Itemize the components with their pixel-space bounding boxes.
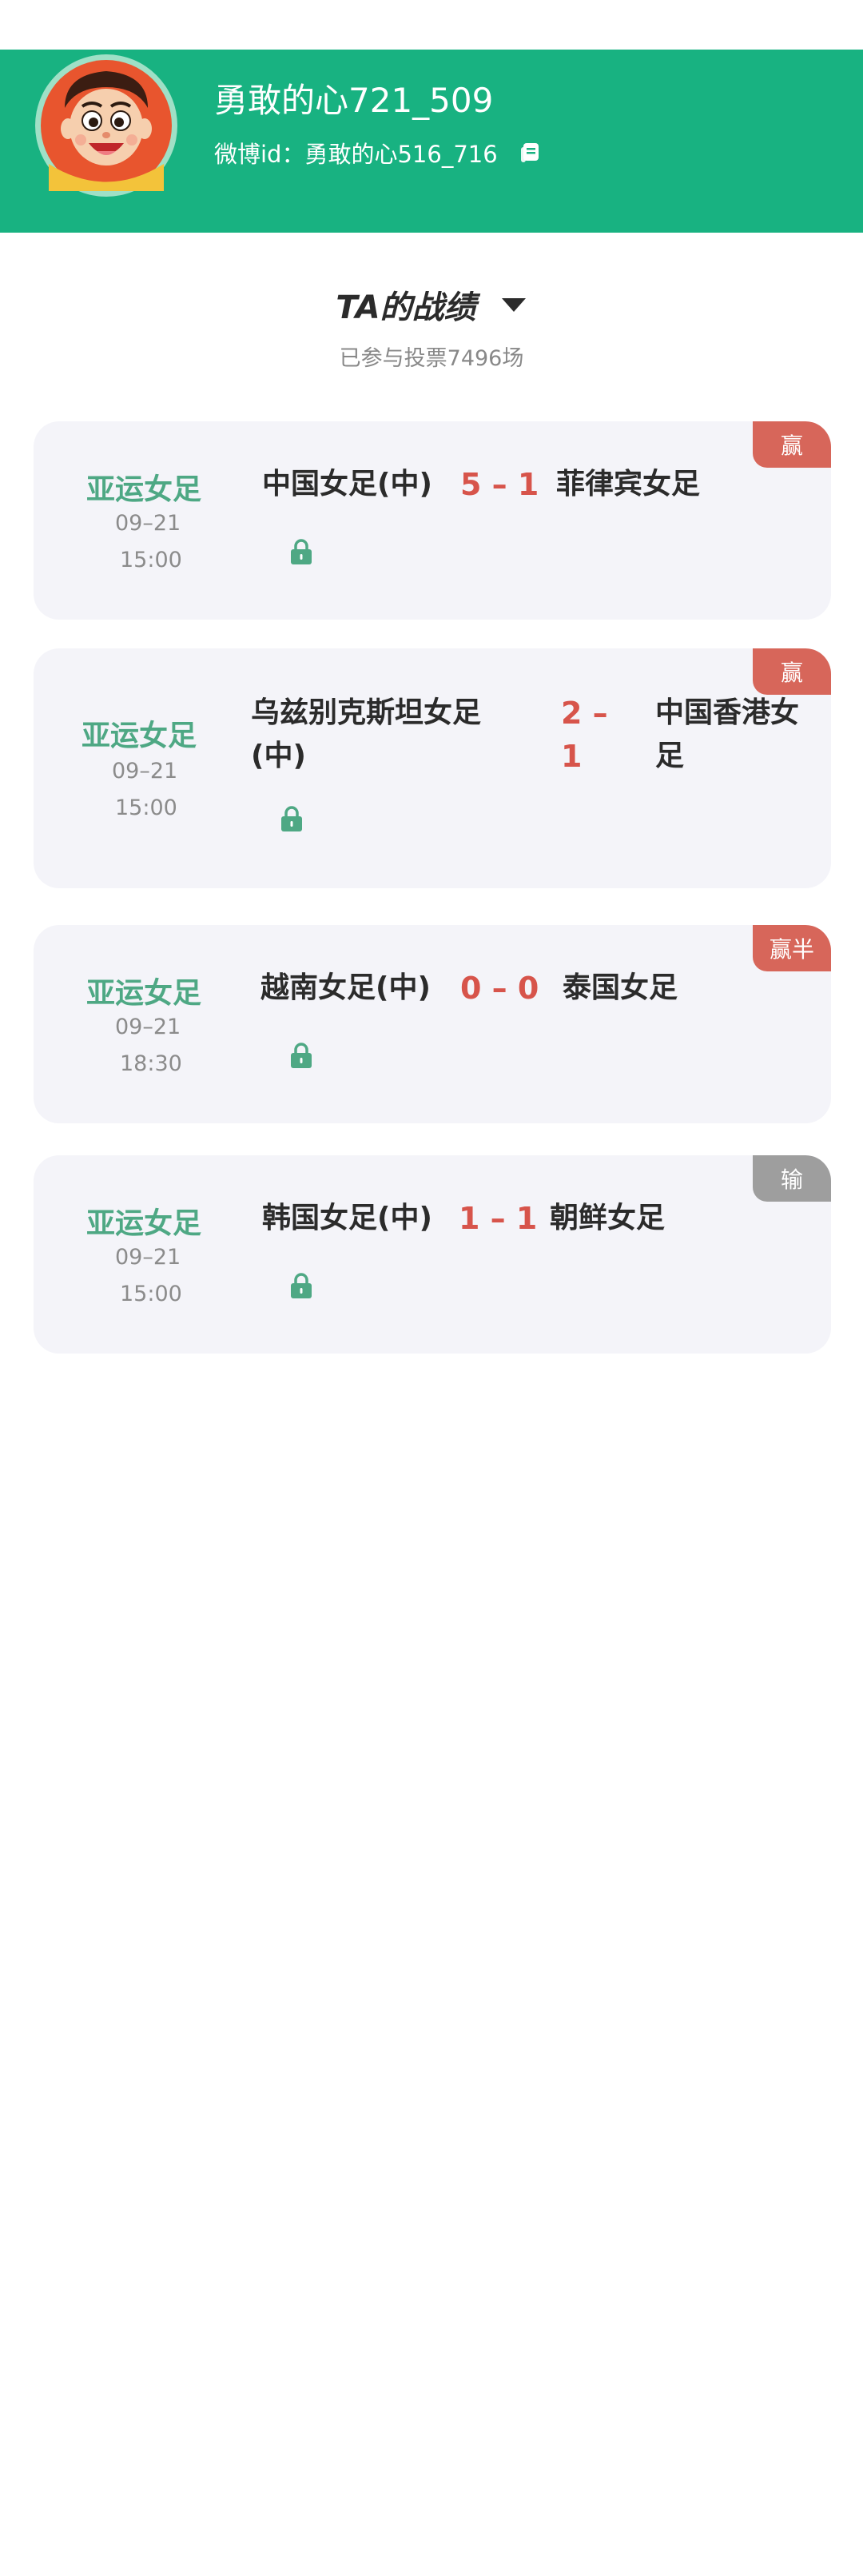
away-team: 朝鲜女足: [550, 1202, 666, 1234]
match-score: 2 – 1: [561, 696, 608, 774]
match-date: 09–21: [115, 511, 181, 536]
weibo-id-text: 微博id：勇敢的心516_716: [214, 141, 498, 168]
away-team: 泰国女足: [563, 971, 678, 1004]
avatar[interactable]: [35, 54, 177, 197]
match-card[interactable]: 赢 亚运女足 09–21 15:00 中国女足(中) 5 – 1 菲律宾女足: [34, 421, 831, 620]
league-name: 亚运女足: [86, 473, 202, 506]
lock-icon: [280, 805, 304, 832]
home-team: 韩国女足(中): [262, 1202, 432, 1234]
match-card[interactable]: 输 亚运女足 09–21 15:00 韩国女足(中) 1 – 1 朝鲜女足: [34, 1155, 831, 1354]
profile-header: 勇敢的心721_509 微博id：勇敢的心516_716: [0, 50, 863, 233]
result-badge: 赢: [753, 648, 831, 695]
lock-icon: [289, 538, 313, 565]
away-team: 中国香港女足: [655, 696, 800, 772]
result-badge: 输: [753, 1155, 831, 1202]
home-team: 中国女足(中): [262, 468, 432, 500]
match-time: 15:00: [120, 548, 182, 572]
lock-icon: [289, 1042, 313, 1069]
record-title: TA的战绩: [336, 289, 476, 326]
match-date: 09–21: [115, 1245, 181, 1270]
league-name: 亚运女足: [86, 977, 202, 1010]
match-time: 15:00: [115, 796, 177, 820]
match-score: 0 – 0: [460, 971, 539, 1006]
league-name: 亚运女足: [82, 720, 197, 752]
match-time: 15:00: [120, 1282, 182, 1306]
record-title-row[interactable]: TA的战绩: [0, 281, 863, 328]
lock-icon: [289, 1272, 313, 1299]
cartoon-boy-avatar-icon: [41, 60, 172, 191]
match-score: 1 – 1: [459, 1201, 538, 1236]
result-badge: 赢: [753, 421, 831, 468]
home-team: 越南女足(中): [260, 971, 431, 1004]
match-score: 5 – 1: [460, 467, 539, 502]
league-name: 亚运女足: [86, 1207, 202, 1240]
result-badge: 赢半: [753, 925, 831, 971]
away-team: 菲律宾女足: [556, 468, 701, 500]
match-date: 09–21: [115, 1015, 181, 1039]
weibo-id-row: 微博id：勇敢的心516_716: [214, 136, 543, 169]
copy-icon[interactable]: [519, 141, 543, 165]
match-time: 18:30: [120, 1051, 182, 1076]
home-team: 乌兹别克斯坦女足(中): [251, 696, 482, 772]
match-card[interactable]: 赢 亚运女足 09–21 15:00 乌兹别克斯坦女足(中) 2 – 1 中国香…: [34, 648, 831, 888]
vote-count: 已参与投票7496场: [339, 346, 524, 371]
match-date: 09–21: [112, 759, 178, 784]
match-card[interactable]: 赢半 亚运女足 09–21 18:30 越南女足(中) 0 – 0 泰国女足: [34, 925, 831, 1123]
caret-down-icon[interactable]: [500, 297, 527, 313]
user-name: 勇敢的心721_509: [214, 81, 494, 120]
